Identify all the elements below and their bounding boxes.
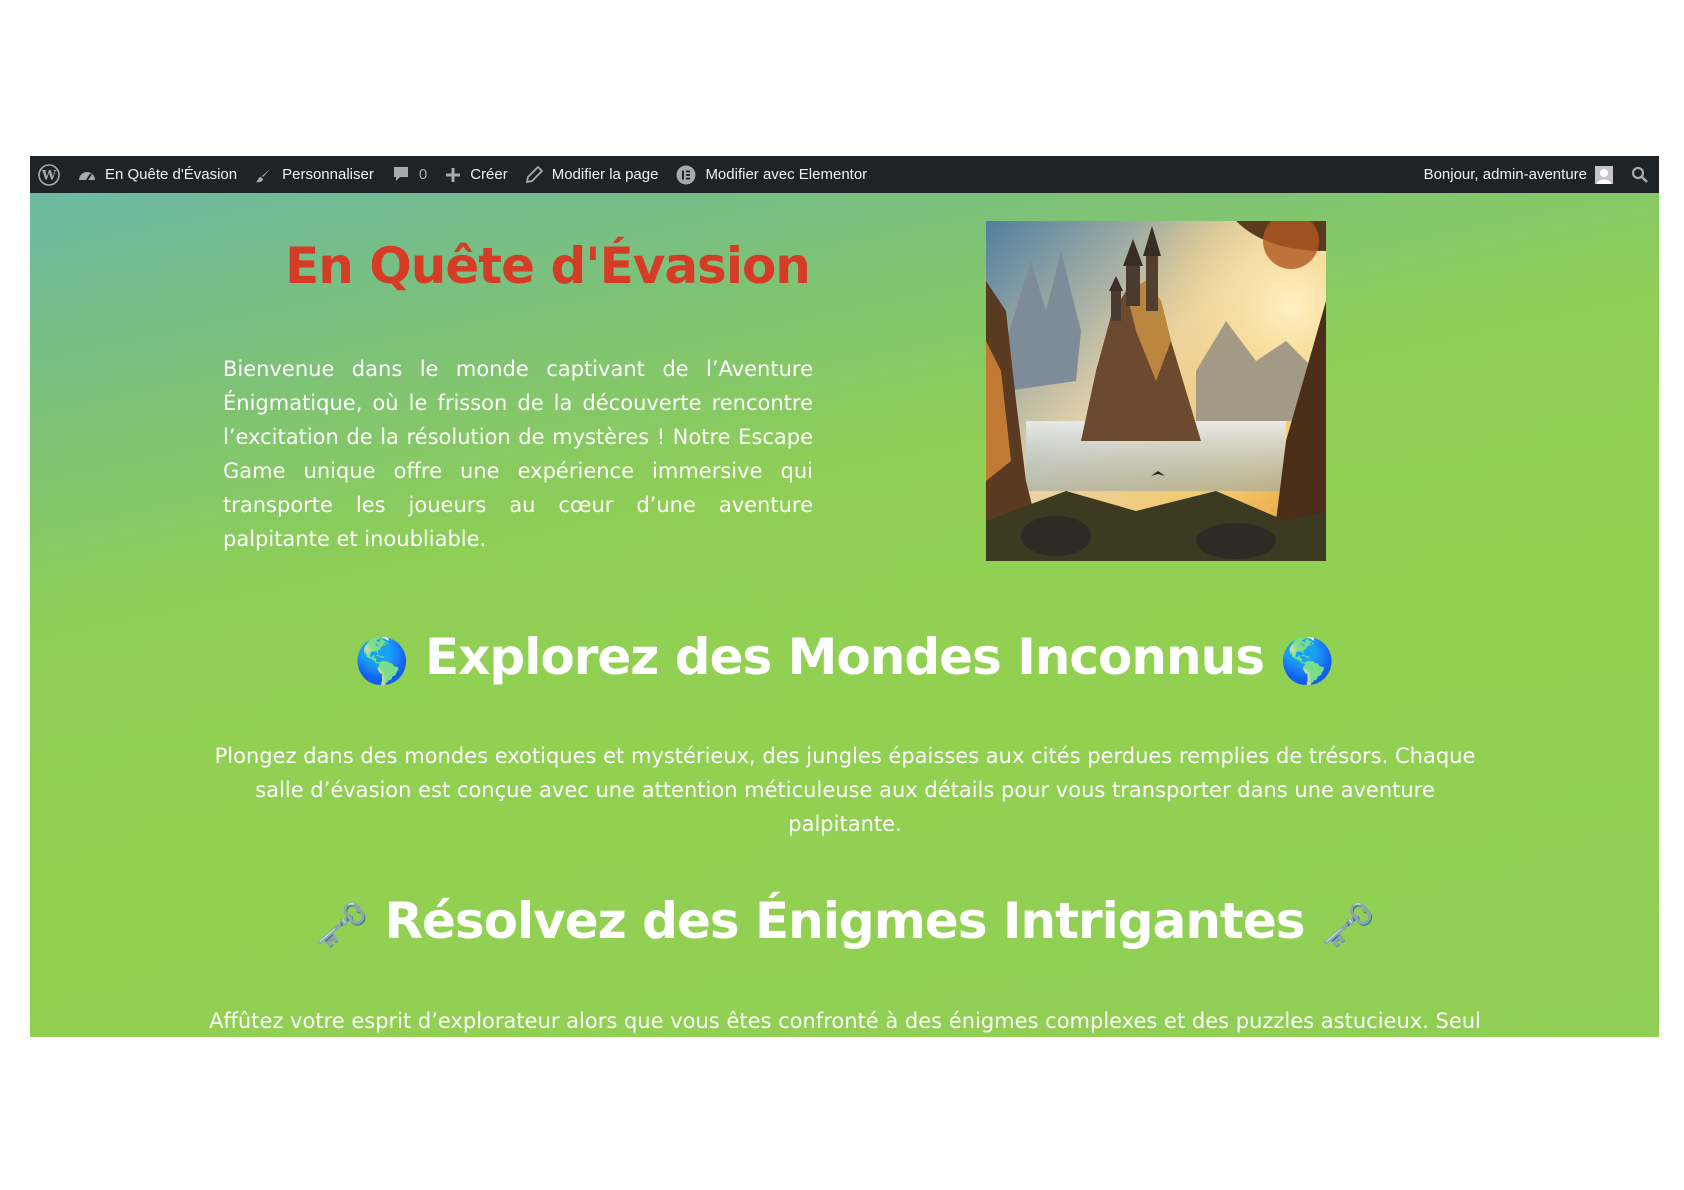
wp-admin-bar: W En Quête d'Évasion Personnaliser 0 Cré… xyxy=(30,156,1659,193)
brush-icon xyxy=(255,166,273,184)
site-name-menu[interactable]: En Quête d'Évasion xyxy=(69,156,246,193)
svg-text:W: W xyxy=(41,168,57,183)
customize-link[interactable]: Personnaliser xyxy=(246,156,383,193)
edit-page-label: Modifier la page xyxy=(551,166,659,183)
new-content-label: Créer xyxy=(470,166,508,183)
edit-page-link[interactable]: Modifier la page xyxy=(517,156,668,193)
customize-label: Personnaliser xyxy=(282,166,374,183)
globe-icon: 🌎 xyxy=(354,635,410,687)
pencil-icon xyxy=(525,166,543,183)
avatar xyxy=(1595,165,1613,184)
page-content: En Quête d'Évasion Bienvenue dans le mon… xyxy=(30,193,1659,1037)
riddles-section-title: 🗝️ Résolvez des Énigmes Intrigantes 🗝️ xyxy=(30,892,1659,951)
comments-link[interactable]: 0 xyxy=(383,156,436,193)
search-button[interactable] xyxy=(1622,156,1659,193)
explore-title-text: Explorez des Mondes Inconnus xyxy=(425,628,1265,686)
greeting-label: Bonjour, admin-aventure xyxy=(1423,166,1587,183)
hero-title: En Quête d'Évasion xyxy=(285,237,811,295)
key-icon: 🗝️ xyxy=(314,899,369,951)
riddles-title-text: Résolvez des Énigmes Intrigantes xyxy=(384,892,1305,950)
wordpress-menu[interactable]: W xyxy=(30,156,69,193)
comments-count: 0 xyxy=(418,166,428,183)
riddles-section-text: Affûtez votre esprit d’explorateur alors… xyxy=(209,1009,1481,1033)
elementor-icon xyxy=(676,165,696,185)
edit-elementor-link[interactable]: Modifier avec Elementor xyxy=(667,156,876,193)
explore-section-text: Plongez dans des mondes exotiques et mys… xyxy=(214,744,1476,836)
new-content-menu[interactable]: Créer xyxy=(436,156,517,193)
key-icon: 🗝️ xyxy=(1320,899,1376,951)
search-icon xyxy=(1631,166,1649,184)
admin-bar-left: W En Quête d'Évasion Personnaliser 0 Cré… xyxy=(30,156,876,193)
admin-bar-right: Bonjour, admin-aventure xyxy=(1415,156,1659,193)
globe-icon: 🌎 xyxy=(1280,635,1335,687)
castle-landscape-image xyxy=(986,221,1326,561)
site-name-label: En Quête d'Évasion xyxy=(105,166,238,183)
edit-elementor-label: Modifier avec Elementor xyxy=(705,166,868,183)
comment-icon xyxy=(392,166,410,183)
dashboard-icon xyxy=(78,167,96,183)
my-account-menu[interactable]: Bonjour, admin-aventure xyxy=(1415,156,1622,193)
explore-section-title: 🌎 Explorez des Mondes Inconnus 🌎 xyxy=(30,628,1659,687)
hero-intro-text: Bienvenue dans le monde captivant de l’A… xyxy=(223,357,813,551)
plus-icon xyxy=(445,167,461,183)
wordpress-icon: W xyxy=(38,163,60,186)
browser-viewport: W En Quête d'Évasion Personnaliser 0 Cré… xyxy=(30,156,1659,1037)
